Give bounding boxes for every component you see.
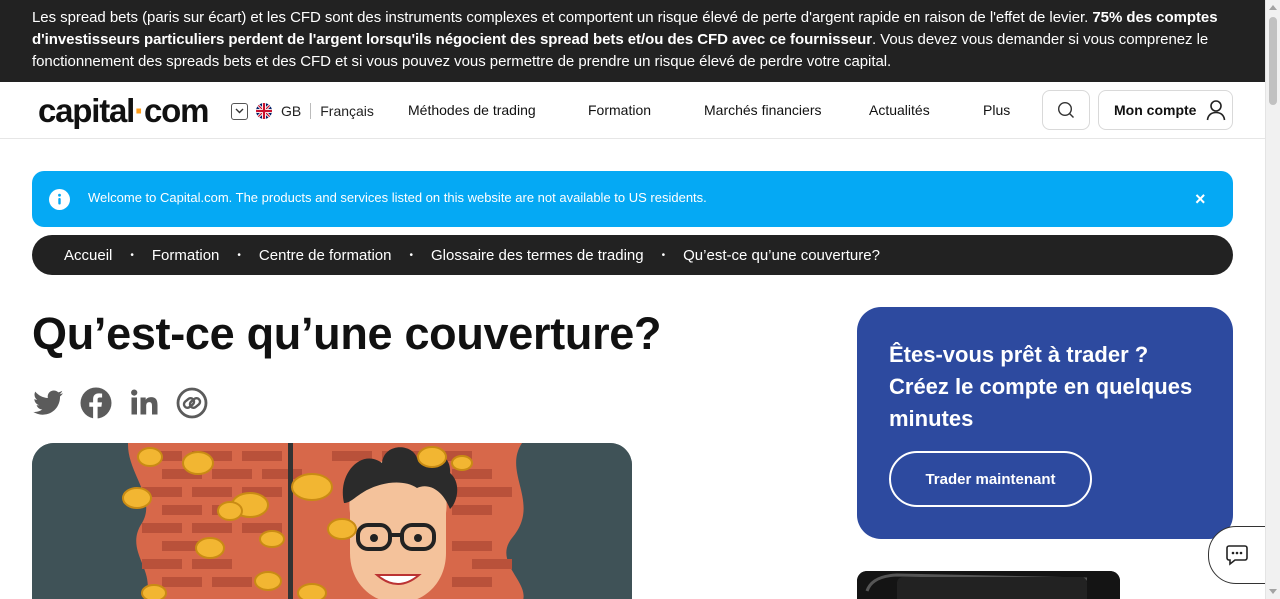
scroll-down-arrow-icon[interactable] [1269, 589, 1277, 594]
region-label: GB [281, 103, 302, 119]
cta-title: Êtes-vous prêt à trader ? Créez le compt… [889, 342, 1193, 431]
risk-warning-banner: Les spread bets (paris sur écart) et les… [0, 0, 1265, 82]
breadcrumb-separator: • [130, 249, 134, 261]
linkedin-icon[interactable] [128, 387, 160, 419]
logo-text-left: capital [38, 92, 135, 129]
logo-text-right: com [143, 92, 209, 129]
alert-text: Welcome to Capital.com. The products and… [88, 190, 707, 205]
breadcrumb-separator: • [661, 249, 666, 261]
promo-thumbnail-image [857, 571, 1120, 599]
copy-link-icon[interactable] [176, 387, 208, 419]
us-residents-alert: Welcome to Capital.com. The products and… [32, 171, 1233, 227]
breadcrumb-learning-center[interactable]: Centre de formation [259, 247, 392, 264]
nav-markets[interactable]: Marchés financiers [704, 102, 822, 118]
page-title: Qu’est-ce qu’une couverture? [32, 308, 662, 359]
breadcrumb-separator: • [409, 249, 414, 261]
chevron-down-icon[interactable] [231, 102, 248, 120]
breadcrumb-home[interactable]: Accueil [64, 247, 112, 264]
risk-text-intro: Les spread bets (paris sur écart) et les… [32, 9, 1093, 26]
nav-trading-methods[interactable]: Méthodes de trading [408, 102, 536, 118]
uk-flag-icon [256, 103, 272, 119]
scroll-up-arrow-icon[interactable] [1269, 5, 1277, 10]
breadcrumb-glossary[interactable]: Glossaire des termes de trading [431, 247, 644, 264]
close-icon[interactable]: × [1195, 189, 1206, 210]
user-icon [1207, 100, 1226, 121]
logo[interactable]: capital·com [38, 92, 209, 130]
breadcrumb-separator: • [237, 249, 241, 261]
chat-widget-button[interactable] [1208, 526, 1268, 584]
signup-cta-card: Êtes-vous prêt à trader ? Créez le compt… [857, 307, 1233, 539]
divider [310, 103, 312, 119]
info-icon [49, 189, 70, 210]
breadcrumb-education[interactable]: Formation [152, 247, 220, 264]
chat-icon [1226, 545, 1248, 566]
site-header: capital·com GB Français Méthodes de trad… [0, 82, 1265, 139]
language-selector[interactable]: GB Français [231, 101, 374, 121]
article-hero-image [32, 443, 632, 599]
twitter-icon[interactable] [32, 387, 64, 419]
man-with-coins-illustration [32, 443, 632, 599]
trade-now-button[interactable]: Trader maintenant [889, 451, 1092, 507]
nav-more[interactable]: Plus [983, 102, 1010, 118]
facebook-icon[interactable] [80, 387, 112, 419]
nav-news[interactable]: Actualités [869, 102, 930, 118]
breadcrumb: Accueil • Formation • Centre de formatio… [32, 235, 1233, 275]
language-label[interactable]: Français [320, 103, 374, 119]
logo-dot: · [134, 92, 145, 129]
breadcrumb-current: Qu’est-ce qu’une couverture? [683, 246, 880, 264]
account-label: Mon compte [1114, 102, 1197, 118]
scroll-thumb[interactable] [1269, 17, 1277, 105]
search-button[interactable] [1042, 90, 1090, 130]
nav-education[interactable]: Formation [588, 102, 651, 118]
search-icon [1057, 101, 1074, 118]
page-scrollbar[interactable] [1265, 0, 1280, 599]
my-account-button[interactable]: Mon compte [1098, 90, 1233, 130]
